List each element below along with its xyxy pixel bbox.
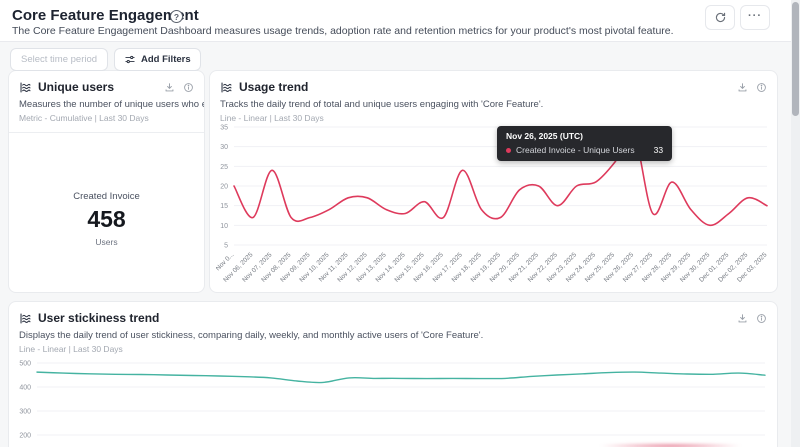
filter-sliders-icon	[125, 55, 135, 64]
waves-chart-icon	[20, 82, 31, 92]
page-header: Core Feature Engagement ? The Core Featu…	[0, 0, 800, 42]
card-description: Displays the daily trend of user stickin…	[19, 330, 484, 341]
more-icon: ···	[748, 9, 762, 22]
usage-trend-chart[interactable]: 3530252015105Nov 0...Nov 06, 2025Nov 07,…	[216, 121, 773, 291]
info-icon[interactable]	[183, 82, 194, 93]
waves-chart-icon	[20, 313, 31, 323]
more-options-button[interactable]: ···	[740, 5, 770, 30]
download-icon[interactable]	[164, 82, 175, 93]
scrollbar-thumb[interactable]	[792, 2, 799, 116]
tooltip-value: 33	[653, 145, 664, 155]
tooltip-series-dot	[506, 147, 511, 153]
svg-text:30: 30	[220, 144, 228, 151]
metric-unit: Users	[95, 237, 118, 247]
refresh-button[interactable]	[705, 5, 735, 30]
card-meta: Metric - Cumulative | Last 30 Days	[19, 113, 149, 123]
card-title: Unique users	[38, 80, 115, 94]
unique-users-card: Unique users Measures the number of uniq…	[8, 70, 205, 293]
tooltip-series-label: Created Invoice - Unique Users	[516, 145, 635, 155]
stickiness-trend-card: User stickiness trend Displays the daily…	[8, 301, 778, 447]
metric-value: 458	[87, 206, 126, 232]
time-period-select[interactable]: Select time period	[10, 48, 108, 71]
metric-block: Created Invoice 458 Users	[9, 191, 204, 247]
tooltip-date: Nov 26, 2025 (UTC)	[506, 131, 583, 141]
card-title: User stickiness trend	[38, 311, 160, 325]
card-title: Usage trend	[239, 80, 309, 94]
divider	[9, 132, 204, 133]
time-period-placeholder: Select time period	[21, 54, 98, 65]
info-icon[interactable]	[756, 313, 767, 324]
svg-text:15: 15	[220, 203, 228, 210]
page-subtitle: The Core Feature Engagement Dashboard me…	[12, 25, 674, 37]
usage-trend-card: Usage trend Tracks the daily trend of to…	[209, 70, 778, 293]
card-description: Measures the number of unique users who …	[19, 99, 204, 110]
card-meta: Line - Linear | Last 30 Days	[19, 344, 123, 354]
chart-tooltip: Nov 26, 2025 (UTC) Created Invoice - Uni…	[497, 126, 673, 161]
svg-text:500: 500	[19, 361, 31, 368]
info-icon[interactable]	[756, 82, 767, 93]
download-icon[interactable]	[737, 82, 748, 93]
svg-text:5: 5	[224, 243, 228, 250]
waves-chart-icon	[221, 82, 232, 92]
svg-text:200: 200	[19, 433, 31, 440]
clipped-red-line-peek	[598, 443, 743, 447]
svg-text:35: 35	[220, 125, 228, 132]
svg-text:25: 25	[220, 164, 228, 171]
refresh-icon	[715, 12, 725, 23]
svg-text:10: 10	[220, 223, 228, 230]
download-icon[interactable]	[737, 313, 748, 324]
help-icon[interactable]: ?	[170, 10, 183, 23]
svg-text:300: 300	[19, 409, 31, 416]
card-description: Tracks the daily trend of total and uniq…	[220, 99, 544, 110]
add-filters-button[interactable]: Add Filters	[114, 48, 201, 71]
add-filters-label: Add Filters	[141, 54, 191, 65]
svg-text:20: 20	[220, 184, 228, 191]
svg-text:400: 400	[19, 385, 31, 392]
stickiness-chart[interactable]: 500 400 300 200	[15, 354, 773, 447]
metric-label: Created Invoice	[73, 191, 140, 202]
scrollbar-track[interactable]	[791, 0, 800, 447]
